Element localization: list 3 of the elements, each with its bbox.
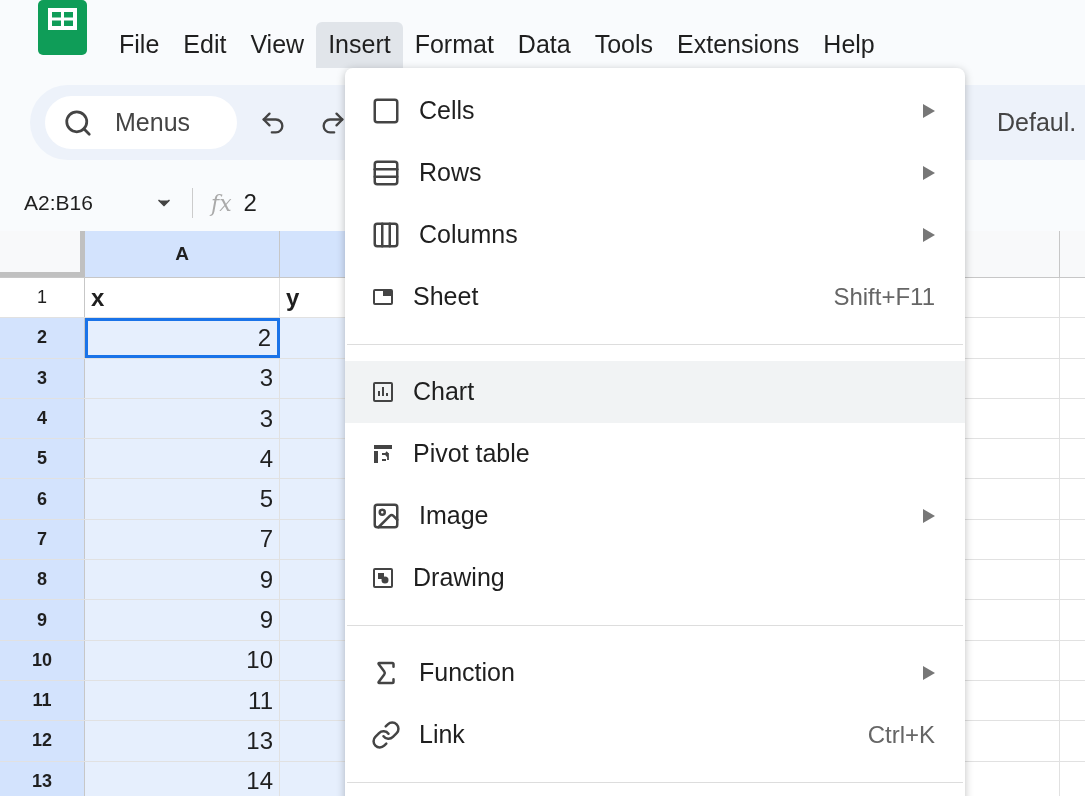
function-label: fx bbox=[211, 189, 232, 218]
shortcut-label: Ctrl+K bbox=[867, 720, 935, 750]
shortcut-label: Shift+F11 bbox=[833, 282, 935, 312]
